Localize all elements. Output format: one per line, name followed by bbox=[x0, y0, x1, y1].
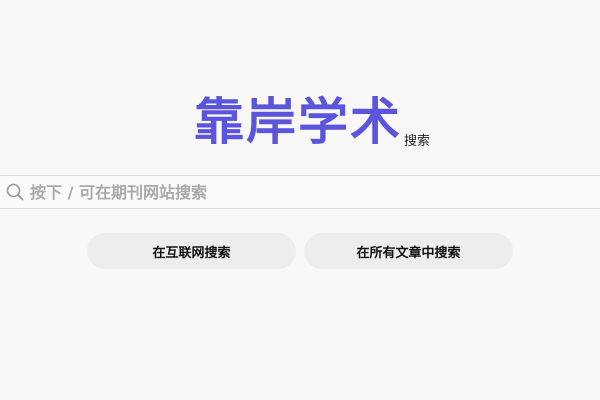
logo: 靠岸学术 搜索 bbox=[0, 92, 600, 152]
articles-search-button[interactable]: 在所有文章中搜索 bbox=[304, 233, 513, 269]
search-input[interactable] bbox=[26, 176, 600, 208]
logo-title: 靠岸学术 bbox=[193, 93, 402, 151]
search-icon bbox=[4, 181, 26, 203]
internet-search-button[interactable]: 在互联网搜索 bbox=[87, 233, 296, 269]
search-bar[interactable] bbox=[0, 175, 600, 209]
search-actions: 在互联网搜索 在所有文章中搜索 bbox=[0, 233, 600, 269]
search-page: 靠岸学术 搜索 在互联网搜索 在所有文章中搜索 bbox=[0, 0, 600, 400]
logo-subtitle: 搜索 bbox=[403, 134, 430, 149]
